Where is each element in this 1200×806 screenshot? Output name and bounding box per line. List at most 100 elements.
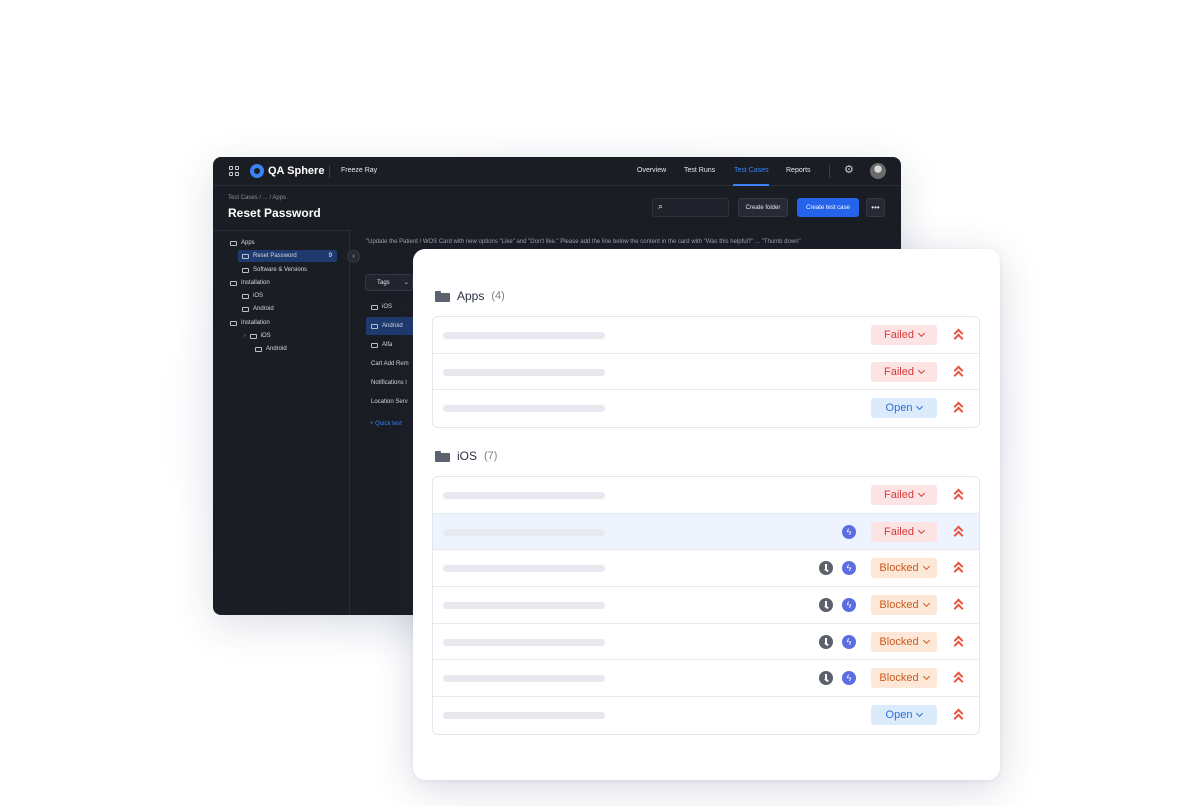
group-header-ios[interactable]: iOS (7) — [435, 449, 497, 463]
table-row[interactable]: ϟ Blocked — [433, 587, 979, 624]
status-dropdown[interactable]: Blocked — [871, 558, 937, 579]
logo-text: QA Sphere — [268, 165, 325, 177]
folder-icon — [371, 323, 378, 329]
table-row[interactable]: Failed — [433, 354, 979, 391]
logo[interactable]: QA Sphere — [250, 164, 324, 178]
list-item[interactable]: Location Serv — [366, 393, 416, 411]
status-dropdown[interactable]: Failed — [871, 325, 937, 345]
list-item-label: Cart Add Rem — [371, 361, 409, 367]
status-dropdown[interactable]: Failed — [871, 361, 937, 382]
test-case-title-placeholder — [443, 492, 605, 499]
folder-icon — [230, 280, 237, 286]
table-row[interactable]: Open — [433, 697, 979, 734]
priority-high-icon — [953, 708, 965, 724]
group-title: iOS — [457, 449, 478, 463]
project-name[interactable]: Freeze Ray — [341, 167, 377, 174]
logo-mark-icon — [250, 164, 264, 178]
test-case-title-placeholder — [443, 332, 605, 339]
chevron-down-icon — [922, 636, 930, 644]
more-options-button[interactable]: ••• — [866, 198, 885, 217]
group-title: Apps — [457, 289, 485, 303]
top-navbar: QA Sphere Freeze Ray Overview Test Runs … — [213, 157, 901, 186]
tags-filter[interactable]: Tags ⌄ — [365, 274, 413, 291]
status-dropdown[interactable]: Blocked — [871, 631, 937, 652]
group-count: (7) — [484, 450, 498, 462]
gear-icon[interactable]: ⚙ — [844, 165, 854, 176]
nav-reports[interactable]: Reports — [786, 167, 811, 174]
table-row[interactable]: ϟ Blocked — [433, 550, 979, 588]
nav-test-cases[interactable]: Test Cases — [734, 167, 769, 174]
folder-icon — [230, 240, 237, 246]
status-dropdown[interactable]: Open — [871, 705, 937, 726]
status-dropdown[interactable]: Failed — [871, 521, 937, 542]
table-row[interactable]: Open — [433, 390, 979, 427]
status-dropdown[interactable]: Blocked — [871, 595, 937, 616]
tree-item-installation-2[interactable]: Installation — [230, 317, 340, 329]
list-item-label: Location Serv — [371, 399, 408, 405]
create-test-case-button[interactable]: Create test case — [797, 198, 859, 217]
tree-item-android-2[interactable]: Android — [255, 343, 343, 355]
create-folder-button[interactable]: Create folder — [738, 198, 788, 217]
folder-icon — [371, 304, 378, 310]
table-row[interactable]: ϟ Blocked — [433, 660, 979, 698]
caret-right-icon[interactable]: › — [244, 333, 246, 339]
tree-item-apps[interactable]: Apps — [230, 237, 340, 249]
table-row[interactable]: Failed — [433, 477, 979, 514]
folder-icon — [255, 346, 262, 352]
folder-tree: Apps Reset Password 9 Software & Version… — [213, 230, 350, 615]
tree-item-label: iOS — [260, 333, 271, 339]
apps-grid-icon[interactable] — [229, 166, 239, 176]
priority-high-icon — [953, 401, 965, 417]
chevron-down-icon — [922, 600, 930, 608]
automation-bolt-icon: ϟ — [842, 598, 856, 613]
test-case-title-placeholder — [443, 675, 605, 683]
chevron-down-icon — [922, 563, 930, 571]
divider — [829, 165, 830, 178]
breadcrumb[interactable]: Test Cases / ... / Apps — [228, 195, 286, 201]
status-label: Open — [885, 402, 913, 415]
tree-item-installation[interactable]: Installation — [230, 277, 340, 289]
collapse-sidebar-button[interactable]: ‹ — [347, 250, 360, 263]
tags-label: Tags — [377, 279, 390, 286]
folder-icon — [242, 306, 249, 312]
tree-item-ios[interactable]: iOS — [242, 290, 342, 302]
status-dropdown[interactable]: Failed — [871, 485, 937, 505]
tree-item-ios-2[interactable]: › iOS — [244, 330, 342, 342]
table-row[interactable]: Failed — [433, 317, 979, 354]
nav-test-runs[interactable]: Test Runs — [684, 167, 715, 174]
table-row[interactable]: ϟ Blocked — [433, 624, 979, 661]
search-input[interactable]: ⌕ — [652, 198, 729, 217]
test-case-title-placeholder — [443, 405, 605, 413]
table-row[interactable]: ϟ Failed — [433, 513, 979, 551]
test-case-list-ios: Failed ϟ Failed ϟ Blocked ϟ Blocked ϟ Blocked ϟ Bl… — [432, 476, 980, 735]
status-label: Blocked — [879, 562, 919, 575]
folder-icon — [230, 320, 237, 326]
tree-item-reset-password[interactable]: Reset Password 9 — [238, 250, 337, 262]
test-case-title-placeholder — [443, 602, 605, 610]
tree-item-android[interactable]: Android — [242, 303, 342, 315]
list-item[interactable]: Alfa — [366, 336, 416, 354]
group-header-apps[interactable]: Apps (4) — [435, 289, 505, 303]
folder-icon — [242, 253, 249, 259]
list-item[interactable]: Cart Add Rem — [366, 355, 416, 373]
folder-icon — [435, 290, 450, 302]
status-dropdown[interactable]: Blocked — [871, 668, 937, 689]
list-item[interactable]: Notifications l — [366, 374, 416, 392]
priority-high-icon — [953, 488, 965, 504]
list-item-selected[interactable]: Android — [366, 317, 416, 335]
status-label: Blocked — [879, 672, 919, 685]
chevron-down-icon — [917, 526, 926, 534]
chevron-down-icon — [916, 403, 924, 411]
quick-add-test-link[interactable]: + Quick test — [370, 421, 402, 427]
search-icon: ⌕ — [658, 201, 664, 211]
tree-item-label: Apps — [241, 240, 255, 246]
list-item[interactable]: iOS — [366, 298, 416, 316]
status-dropdown[interactable]: Open — [871, 398, 937, 419]
automation-bolt-icon: ϟ — [842, 524, 856, 539]
avatar[interactable] — [870, 163, 886, 179]
tree-item-software-versions[interactable]: Software & Versions — [242, 264, 342, 276]
nav-overview[interactable]: Overview — [637, 167, 666, 174]
list-item-label: Alfa — [382, 342, 393, 348]
status-label: Open — [885, 709, 913, 722]
active-tab-indicator — [733, 184, 769, 186]
